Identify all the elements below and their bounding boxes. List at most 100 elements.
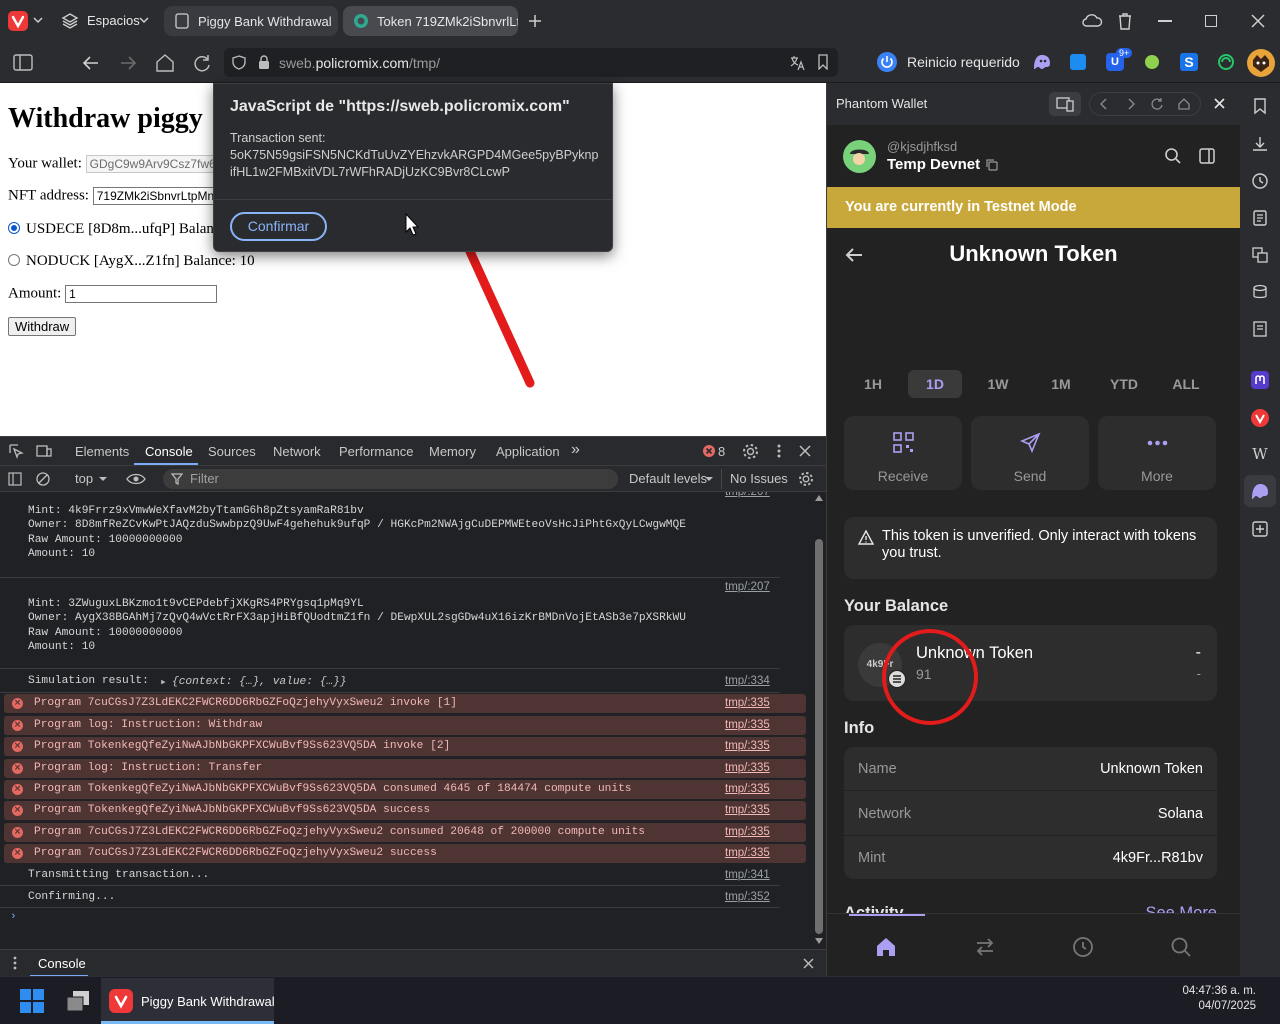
panel-home-icon[interactable] xyxy=(1177,97,1191,111)
devtools-tab-console[interactable]: Console xyxy=(145,444,193,459)
panel-toggle-icon[interactable] xyxy=(12,52,34,74)
extension-green-dot-icon[interactable] xyxy=(1145,55,1159,69)
scroll-up-icon[interactable] xyxy=(815,494,823,502)
nav-swap-icon[interactable] xyxy=(974,936,996,958)
timeframe-1h[interactable]: 1H xyxy=(846,370,900,398)
info-value[interactable]: 4k9Fr...R81bv xyxy=(1113,850,1203,866)
error-row[interactable]: × Program log: Instruction: Transfer tmp/:… xyxy=(4,759,806,778)
kebab-menu-icon[interactable] xyxy=(777,443,781,459)
device-toolbar-icon[interactable] xyxy=(36,443,52,459)
forward-icon[interactable] xyxy=(117,52,139,74)
workspaces-label[interactable]: Espacios xyxy=(87,13,140,28)
phantom-panel-icon[interactable] xyxy=(1244,475,1276,507)
lock-icon[interactable] xyxy=(258,55,270,70)
windows-start-icon[interactable] xyxy=(20,989,44,1013)
log-source-link[interactable]: tmp/:335 xyxy=(725,697,770,709)
console-scrollbar[interactable] xyxy=(814,492,824,947)
confirm-button[interactable]: Confirmar xyxy=(230,212,327,241)
clear-console-icon[interactable] xyxy=(36,472,50,486)
filter-input[interactable]: Filter xyxy=(163,469,618,489)
account-name[interactable]: Temp Devnet xyxy=(887,156,980,173)
wallet-sidebar-icon[interactable] xyxy=(1198,147,1216,165)
levels-chevron-icon[interactable] xyxy=(705,475,713,483)
timeframe-ytd[interactable]: YTD xyxy=(1097,370,1151,398)
log-levels-dropdown[interactable]: Default levels xyxy=(629,471,707,486)
vivaldi-menu-chevron-icon[interactable] xyxy=(33,15,43,25)
error-row[interactable]: × Program TokenkegQfeZyiNwAJbNbGKPFXCWuBv… xyxy=(4,780,806,799)
workspaces-icon[interactable] xyxy=(60,11,80,31)
maximize-icon[interactable] xyxy=(1205,15,1217,27)
close-panel-icon[interactable] xyxy=(1214,98,1225,109)
mastodon-panel-icon[interactable] xyxy=(1251,371,1269,389)
cloud-sync-icon[interactable] xyxy=(1081,11,1103,31)
feeds-panel-icon[interactable] xyxy=(1251,320,1269,338)
nft-address-input[interactable]: 719ZMk2iSbnvrLtpMnX xyxy=(92,187,233,205)
console-settings-gear-icon[interactable] xyxy=(798,471,814,487)
devtools-tab-network[interactable]: Network xyxy=(273,444,321,459)
token-option-usdece[interactable]: USDECE [8D8m...ufqP] Balanc xyxy=(8,221,221,238)
inspect-element-icon[interactable] xyxy=(8,443,24,459)
error-row[interactable]: × Program 7cuCGsJ7Z3LdEKC2FWCR6DD6RbGZFoQ… xyxy=(4,694,806,713)
devtools-tab-performance[interactable]: Performance xyxy=(339,444,413,459)
scroll-thumb[interactable] xyxy=(815,539,823,934)
vivaldi-logo-icon[interactable] xyxy=(8,11,28,31)
devtools-tab-memory[interactable]: Memory xyxy=(429,444,476,459)
error-count-icon[interactable] xyxy=(703,445,715,457)
url-text[interactable]: sweb.policromix.com/tmp/ xyxy=(279,55,440,71)
phantom-extension-icon[interactable] xyxy=(1032,53,1052,71)
close-drawer-icon[interactable] xyxy=(803,958,814,969)
log-source-link[interactable]: tmp/:334 xyxy=(725,675,770,687)
console-output[interactable]: tmp/:207 Mint: 4k9Frrz9xVmwWeXfavM2byTta… xyxy=(0,492,812,947)
radio-noduck[interactable] xyxy=(8,253,20,266)
panel-forward-icon[interactable] xyxy=(1125,98,1137,110)
extension-blue-square-icon[interactable] xyxy=(1070,54,1086,70)
log-source-link[interactable]: tmp/:335 xyxy=(725,740,770,752)
radio-usdece[interactable] xyxy=(8,221,20,234)
back-icon[interactable] xyxy=(80,52,102,74)
drawer-menu-icon[interactable] xyxy=(13,956,17,970)
more-tabs-icon[interactable]: » xyxy=(571,441,580,459)
log-source-link[interactable]: tmp/:335 xyxy=(725,719,770,731)
info-row-mint[interactable]: Mint 4k9Fr...R81bv xyxy=(844,836,1217,880)
bookmark-icon[interactable] xyxy=(817,54,829,70)
error-row[interactable]: × Program 7cuCGsJ7Z3LdEKC2FWCR6DD6RbGZFoQ… xyxy=(4,823,806,842)
log-source-link[interactable]: tmp/:352 xyxy=(725,891,770,903)
timeframe-1m[interactable]: 1M xyxy=(1034,370,1088,398)
copy-address-icon[interactable] xyxy=(986,159,998,171)
tab-piggy-bank-withdrawal[interactable]: Piggy Bank Withdrawal xyxy=(164,6,338,36)
context-selector[interactable]: top xyxy=(75,471,93,486)
log-source-link[interactable]: tmp/:207 xyxy=(725,581,770,593)
nav-search-icon[interactable] xyxy=(1170,936,1192,958)
trash-icon[interactable] xyxy=(1116,11,1134,31)
account-avatar[interactable] xyxy=(843,140,876,173)
timeframe-all[interactable]: ALL xyxy=(1159,370,1213,398)
token-option-noduck[interactable]: NODUCK [AygX...Z1fn] Balance: 10 xyxy=(8,253,255,270)
profile-avatar[interactable] xyxy=(1247,49,1275,77)
extension-green-swirl-icon[interactable] xyxy=(1217,53,1235,71)
issues-count[interactable]: No Issues xyxy=(730,471,788,486)
panel-reload-icon[interactable] xyxy=(1150,97,1164,111)
drawer-tab-console[interactable]: Console xyxy=(38,956,86,971)
wallet-search-icon[interactable] xyxy=(1164,147,1182,165)
log-source-link[interactable]: tmp/:341 xyxy=(725,869,770,881)
bookmarks-panel-icon[interactable] xyxy=(1251,97,1269,115)
error-row[interactable]: × Program TokenkegQfeZyiNwAJbNbGKPFXCWuBv… xyxy=(4,801,806,820)
nav-history-icon[interactable] xyxy=(1072,936,1094,958)
devtools-tab-sources[interactable]: Sources xyxy=(208,444,256,459)
sidebar-toggle-icon[interactable] xyxy=(8,472,22,486)
error-row[interactable]: × Program log: Instruction: Withdraw tmp/:… xyxy=(4,716,806,735)
log-source-link[interactable]: tmp/:335 xyxy=(725,783,770,795)
minimize-icon[interactable] xyxy=(1158,20,1172,22)
tab-token[interactable]: Token 719ZMk2iSbnvrlLtpM xyxy=(343,6,518,36)
address-bar[interactable]: sweb.policromix.com/tmp/ xyxy=(224,48,838,77)
amount-input[interactable]: 1 xyxy=(65,285,218,303)
vivaldi-panel-icon[interactable] xyxy=(1251,409,1269,427)
reading-list-panel-icon[interactable] xyxy=(1251,283,1269,301)
home-icon[interactable] xyxy=(154,52,176,74)
wikipedia-panel-icon[interactable]: W xyxy=(1251,445,1269,463)
log-source-link[interactable]: tmp/:335 xyxy=(725,826,770,838)
error-row[interactable]: × Program TokenkegQfeZyiNwAJbNbGKPFXCWuBv… xyxy=(4,737,806,756)
receive-button[interactable]: Receive xyxy=(844,416,962,490)
workspaces-chevron-icon[interactable] xyxy=(139,15,149,25)
withdraw-button[interactable]: Withdraw xyxy=(8,317,77,336)
